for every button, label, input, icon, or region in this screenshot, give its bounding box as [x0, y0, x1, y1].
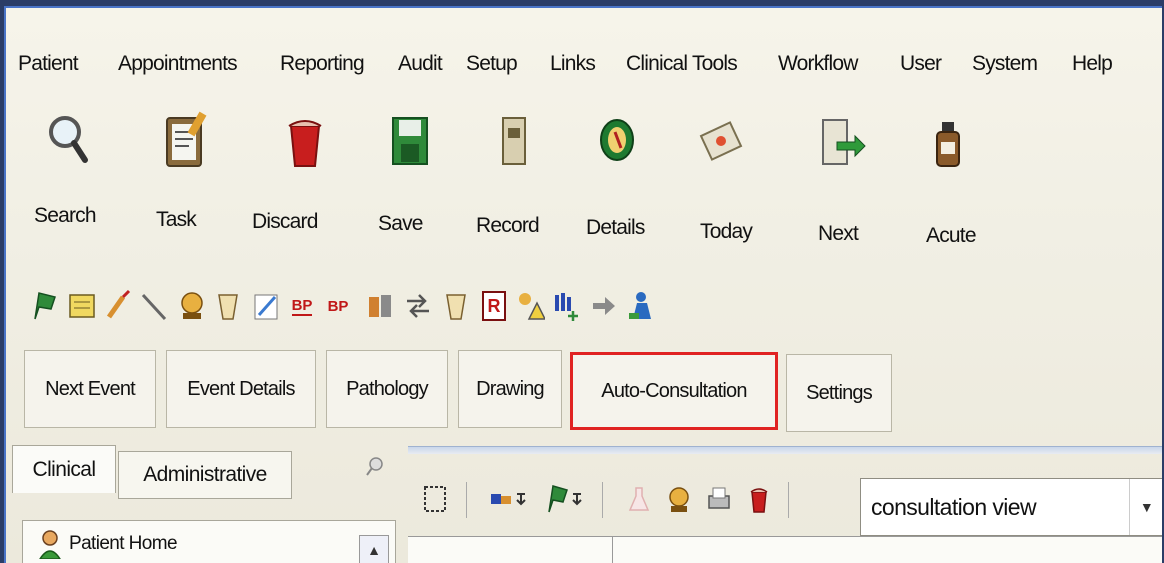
search-button[interactable]	[12, 108, 122, 178]
pathology-button[interactable]: Pathology	[326, 350, 448, 428]
consultation-toolbar: consultation view ▼	[408, 460, 1162, 536]
event-details-button[interactable]: Event Details	[166, 350, 316, 428]
event-tab-row: Next Event Event Details Pathology Drawi…	[24, 350, 1124, 436]
calendar-icon	[699, 121, 743, 161]
next-icon	[822, 119, 866, 165]
menu-bar: Patient Appointments Reporting Audit Set…	[6, 52, 1162, 92]
menu-reporting[interactable]: Reporting	[280, 52, 365, 76]
navigation-panel: Patient Home ▲	[22, 520, 396, 563]
toolbar-separator	[602, 482, 603, 518]
acute-label: Acute	[926, 224, 976, 247]
tab-administrative[interactable]: Administrative	[118, 451, 292, 499]
menu-audit[interactable]: Audit	[398, 52, 443, 76]
main-toolbar: Search Task Discard Save Record Details …	[6, 108, 1162, 278]
chevron-down-icon[interactable]: ▼	[1129, 479, 1162, 535]
details-icon	[600, 119, 634, 161]
next-button[interactable]	[784, 108, 894, 178]
menu-help[interactable]: Help	[1072, 52, 1113, 76]
beaker-icon[interactable]	[438, 286, 474, 326]
menu-system[interactable]: System	[972, 52, 1038, 76]
edit-icon[interactable]	[248, 286, 284, 326]
referral-icon[interactable]: R	[476, 286, 512, 326]
bin-icon	[288, 120, 322, 167]
warning-icon[interactable]	[512, 286, 548, 326]
flask-icon[interactable]	[622, 482, 656, 516]
bp-icon[interactable]: BP	[320, 286, 356, 326]
task-label: Task	[156, 208, 197, 231]
bp-chart-icon[interactable]: BP	[284, 286, 320, 326]
today-button[interactable]	[666, 108, 776, 178]
consultation-content	[408, 536, 1162, 563]
pin-icon[interactable]	[364, 455, 386, 477]
notes-icon[interactable]	[64, 286, 100, 326]
secondary-toolbar: BP BP R	[26, 286, 926, 330]
green-flag-icon[interactable]	[26, 286, 62, 326]
details-label: Details	[586, 216, 645, 239]
menu-setup[interactable]: Setup	[466, 52, 518, 76]
menu-workflow[interactable]: Workflow	[778, 52, 858, 76]
pane-splitter[interactable]	[408, 446, 1162, 454]
scroll-up-button[interactable]: ▲	[359, 535, 389, 563]
menu-appointments[interactable]: Appointments	[118, 52, 238, 76]
magnifier-icon	[49, 116, 88, 163]
tab-clinical[interactable]: Clinical	[12, 445, 116, 493]
menu-user[interactable]: User	[900, 52, 942, 76]
toolbar-separator	[788, 482, 789, 518]
cup-icon[interactable]	[210, 286, 246, 326]
person-head-icon[interactable]	[662, 482, 696, 516]
printer-icon[interactable]	[702, 482, 736, 516]
discard-label: Discard	[252, 210, 318, 233]
column-divider	[612, 537, 613, 563]
acute-button[interactable]	[892, 108, 1002, 178]
pen-icon[interactable]	[136, 286, 172, 326]
record-button[interactable]	[460, 108, 570, 178]
record-label: Record	[476, 214, 540, 237]
person-head-icon[interactable]	[174, 286, 210, 326]
menu-patient[interactable]: Patient	[18, 52, 79, 76]
menu-clinical-tools[interactable]: Clinical Tools	[626, 52, 738, 76]
medicine-bottle-icon	[936, 122, 960, 167]
filter-dropdown-icon[interactable]	[488, 482, 530, 516]
bin-icon[interactable]	[742, 482, 776, 516]
view-select-value: consultation view	[871, 493, 1037, 520]
task-button[interactable]	[132, 108, 242, 178]
today-label: Today	[700, 220, 753, 243]
save-label: Save	[378, 212, 423, 235]
next-label: Next	[818, 222, 859, 245]
arrow-right-icon[interactable]	[586, 286, 622, 326]
settings-button[interactable]: Settings	[786, 354, 892, 432]
flag-dropdown-icon[interactable]	[544, 482, 586, 516]
view-select[interactable]: consultation view ▼	[860, 478, 1162, 536]
save-button[interactable]	[356, 108, 466, 178]
discard-button[interactable]	[250, 108, 360, 178]
syringe-icon[interactable]	[100, 286, 136, 326]
details-button[interactable]	[562, 108, 672, 178]
chart-plus-icon[interactable]	[548, 286, 584, 326]
patient-home-label: Patient Home	[69, 533, 178, 554]
next-event-button[interactable]: Next Event	[24, 350, 156, 428]
patient-icon	[39, 530, 61, 559]
patient-home-item[interactable]: Patient Home	[37, 529, 178, 559]
record-icon	[502, 117, 526, 165]
auto-consultation-button[interactable]: Auto-Consultation	[570, 352, 778, 430]
transfer-icon[interactable]	[400, 286, 436, 326]
medication-icon[interactable]	[362, 286, 398, 326]
consultation-pane: consultation view ▼	[408, 446, 1162, 563]
menu-links[interactable]: Links	[550, 52, 596, 76]
patient-figure-icon[interactable]	[622, 286, 658, 326]
app-window: Patient Appointments Reporting Audit Set…	[4, 6, 1162, 563]
drawing-button[interactable]: Drawing	[458, 350, 562, 428]
floppy-disk-icon	[392, 117, 428, 165]
clipboard-icon	[166, 111, 207, 167]
search-label: Search	[34, 204, 97, 227]
select-icon[interactable]	[418, 482, 452, 516]
toolbar-separator	[466, 482, 467, 518]
